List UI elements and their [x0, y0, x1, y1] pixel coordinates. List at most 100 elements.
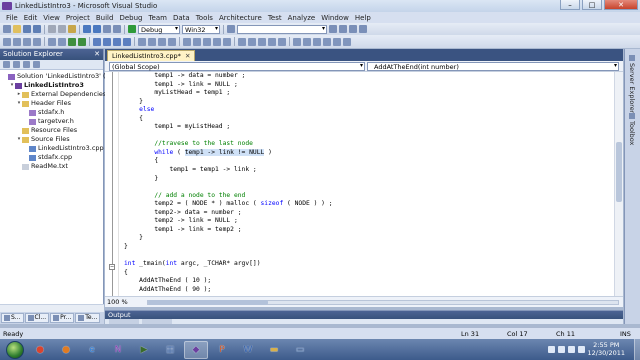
toolbox-tab[interactable]: Toolbox [628, 113, 636, 145]
toolbar-icon[interactable] [238, 37, 246, 46]
tree-item[interactable]: stdafx.cpp [0, 153, 103, 162]
comment-icon[interactable] [68, 37, 76, 46]
horizontal-scrollbar-thumb[interactable] [148, 300, 268, 305]
menu-item-edit[interactable]: Edit [21, 14, 41, 22]
panel-tab[interactable]: Pr... [50, 313, 75, 323]
maximize-button[interactable]: □ [582, 0, 602, 10]
cut-icon[interactable] [48, 25, 56, 33]
code-area[interactable]: − temp1 -> data = number ; temp1 -> link… [105, 72, 623, 296]
solution-horizontal-scrollbar[interactable] [0, 304, 104, 312]
document-tab-linkedlistintro3-cpp[interactable]: LinkedListIntro3.cpp* ✕ [107, 50, 196, 61]
tree-item[interactable]: Solution 'LinkedListIntro3' (1 proj [0, 72, 124, 81]
find-icon[interactable] [227, 25, 235, 33]
scope-select[interactable]: (Global Scope) [109, 62, 365, 71]
menu-item-debug[interactable]: Debug [116, 14, 145, 22]
toolbar-icon[interactable] [333, 37, 341, 46]
toolbar-icon[interactable] [258, 37, 266, 46]
menu-item-window[interactable]: Window [318, 14, 352, 22]
folder-app[interactable]: ▬ [262, 341, 286, 359]
close-button[interactable]: ✕ [604, 0, 638, 10]
collapse-icon[interactable]: − [109, 264, 115, 270]
tree-item[interactable]: targetver.h [0, 117, 103, 126]
menu-item-analyze[interactable]: Analyze [285, 14, 319, 22]
redo-icon[interactable] [93, 25, 101, 33]
chrome-app[interactable]: ● [28, 341, 52, 359]
toolbar-icon[interactable] [268, 37, 276, 46]
view-class-diagram-icon[interactable] [33, 61, 40, 68]
minimize-button[interactable]: – [560, 0, 580, 10]
copy-icon[interactable] [58, 25, 66, 33]
window-app[interactable]: ▭ [288, 341, 312, 359]
menu-item-team[interactable]: Team [145, 14, 170, 22]
menu-item-project[interactable]: Project [63, 14, 93, 22]
paint-app[interactable]: ▦ [158, 341, 182, 359]
toolbar-icon[interactable] [303, 37, 311, 46]
ie-app[interactable]: e [80, 341, 104, 359]
toolbar-icon[interactable] [148, 37, 156, 46]
find-in-files-icon[interactable] [329, 25, 337, 33]
bookmark-icon[interactable] [93, 37, 101, 46]
tree-item[interactable]: ReadMe.txt [0, 162, 103, 171]
menu-item-view[interactable]: View [40, 14, 63, 22]
decrease-indent-icon[interactable] [48, 37, 56, 46]
onenote-app[interactable]: N [106, 341, 130, 359]
open-icon[interactable] [13, 25, 21, 33]
flag-icon[interactable] [557, 345, 565, 353]
visual-studio-app[interactable]: ◆ [184, 340, 208, 359]
tree-item[interactable]: stdafx.h [0, 108, 103, 117]
toolbox-icon[interactable] [359, 25, 367, 33]
menu-item-help[interactable]: Help [352, 14, 374, 22]
tree-item[interactable]: ▸ External Dependencies [0, 90, 107, 99]
find-combo[interactable] [237, 24, 327, 34]
word-app[interactable]: W [236, 341, 260, 359]
show-desktop-button[interactable] [634, 339, 640, 360]
platform-select[interactable]: Win32 [182, 24, 220, 34]
firefox-app[interactable]: ● [54, 341, 78, 359]
uncomment-icon[interactable] [78, 37, 86, 46]
properties-icon[interactable] [349, 25, 357, 33]
save-icon[interactable] [23, 25, 31, 33]
toolbar-icon[interactable] [323, 37, 331, 46]
toolbar-icon[interactable] [278, 37, 286, 46]
start-button[interactable] [6, 340, 24, 359]
paste-icon[interactable] [68, 25, 76, 33]
tree-item[interactable]: ▾ LinkedListIntro3 [0, 81, 103, 90]
toolbar-icon[interactable] [158, 37, 166, 46]
member-list-icon[interactable] [3, 37, 11, 46]
toolbar-icon[interactable] [213, 37, 221, 46]
undo-icon[interactable] [83, 25, 91, 33]
refresh-icon[interactable] [23, 61, 30, 68]
toolbar-icon[interactable] [223, 37, 231, 46]
zoom-level[interactable]: 100 % [107, 298, 128, 306]
toolbar-icon[interactable] [183, 37, 191, 46]
powerpoint-app[interactable]: P [210, 341, 234, 359]
clock[interactable]: 2:55 PM 12/30/2011 [588, 341, 625, 357]
toolbar-icon[interactable] [293, 37, 301, 46]
menu-item-test[interactable]: Test [265, 14, 285, 22]
volume-icon[interactable] [577, 345, 585, 353]
code-text[interactable]: temp1 -> data = number ; temp1 -> link =… [124, 72, 333, 294]
new-project-icon[interactable] [3, 25, 11, 33]
tree-item[interactable]: LinkedListIntro3.cpp [0, 144, 104, 153]
show-all-files-icon[interactable] [13, 61, 20, 68]
close-tab-icon[interactable]: ✕ [185, 51, 190, 61]
parameter-info-icon[interactable] [13, 37, 21, 46]
tray-arrow-icon[interactable] [547, 345, 555, 353]
navigate-backward-icon[interactable] [103, 25, 111, 33]
toolbar-icon[interactable] [168, 37, 176, 46]
toolbar-icon[interactable] [138, 37, 146, 46]
tree-item[interactable]: Resource Files [0, 126, 103, 135]
toolbar-icon[interactable] [193, 37, 201, 46]
network-icon[interactable] [567, 345, 575, 353]
panel-tab[interactable]: Te... [75, 313, 101, 323]
properties-icon[interactable] [3, 61, 10, 68]
solution-explorer-icon[interactable] [339, 25, 347, 33]
increase-indent-icon[interactable] [58, 37, 66, 46]
server-explorer-tab[interactable]: Server Explorer [628, 55, 636, 113]
scrollbar-thumb[interactable] [616, 142, 622, 202]
media-app[interactable]: ▶ [132, 341, 156, 359]
toolbar-icon[interactable] [203, 37, 211, 46]
save-all-icon[interactable] [33, 25, 41, 33]
panel-tab[interactable]: Cl... [24, 313, 50, 323]
tree-item[interactable]: ▾ Header Files [0, 99, 103, 108]
